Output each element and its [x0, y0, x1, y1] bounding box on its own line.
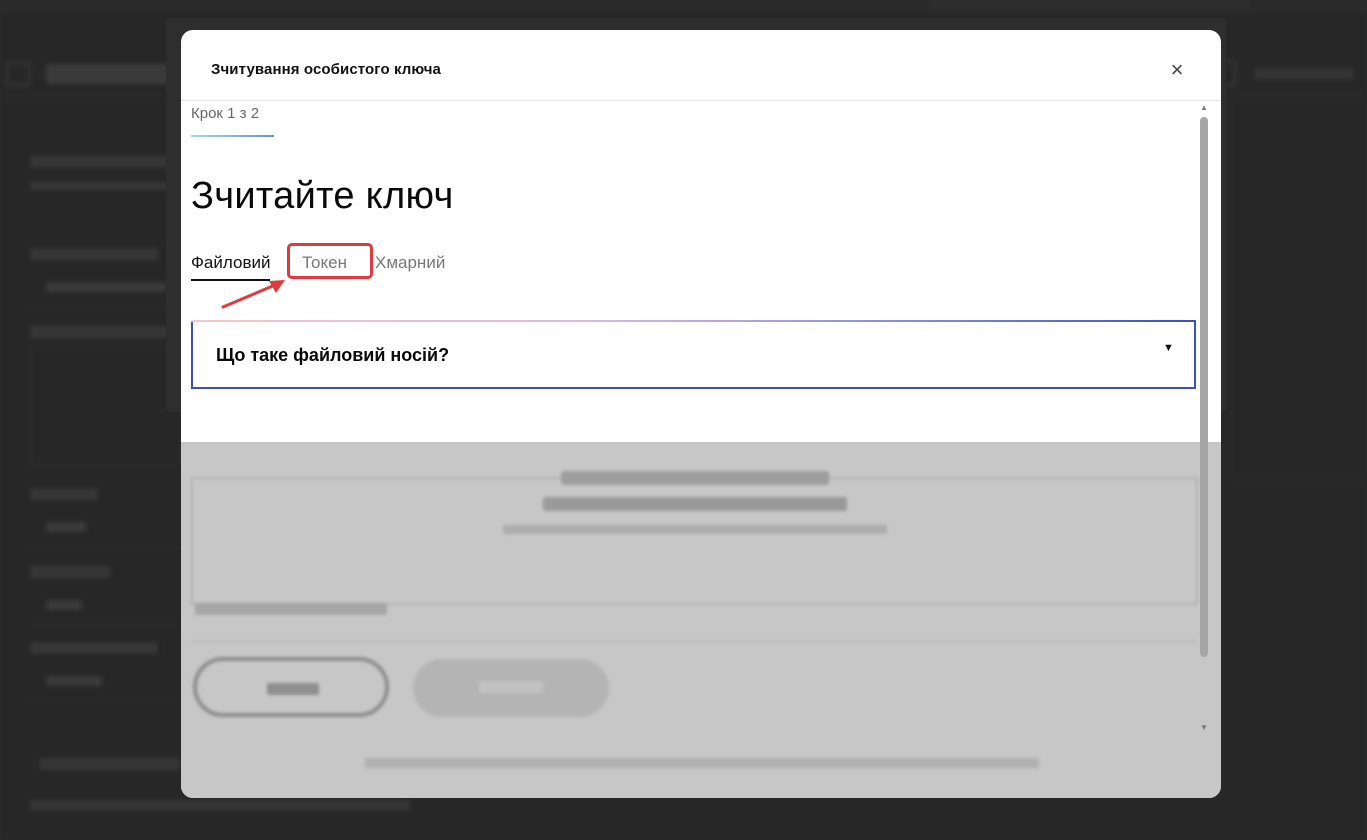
- bg-label: [30, 642, 158, 654]
- bg-right-panel: [1230, 100, 1367, 480]
- scrollbar-thumb[interactable]: [1200, 117, 1208, 657]
- bg-header-placeholder: [1254, 68, 1354, 80]
- bg-field: [30, 586, 180, 626]
- bg-label: [30, 156, 180, 168]
- page-title: Зчитайте ключ: [191, 175, 454, 217]
- drop-zone-text: [543, 497, 847, 511]
- step-indicator: Крок 1 з 2: [191, 105, 260, 122]
- close-icon[interactable]: ×: [1165, 58, 1189, 82]
- read-key-modal: Зчитування особистого ключа × Крок 1 з 2…: [181, 30, 1221, 798]
- password-label: [195, 603, 387, 615]
- step-progress-bar: [191, 135, 274, 137]
- modal-header: Зчитування особистого ключа ×: [181, 30, 1221, 101]
- read-button: [413, 659, 609, 717]
- bg-label: [30, 326, 180, 338]
- drop-zone-text: [561, 471, 829, 485]
- bg-field: [30, 662, 180, 702]
- bg-label: [30, 488, 98, 500]
- tab-cloud[interactable]: Хмарний: [375, 253, 445, 273]
- bg-field: [30, 268, 180, 308]
- scroll-up-icon[interactable]: ▲: [1197, 101, 1211, 115]
- bg-title-placeholder: [46, 64, 176, 84]
- drop-zone-hint: [503, 525, 887, 534]
- footer-note: [365, 758, 1039, 768]
- bg-label: [30, 182, 180, 190]
- bg-field: [30, 508, 180, 548]
- modal-body: Крок 1 з 2 Зчитайте ключ Файловий Токен …: [181, 101, 1221, 798]
- scroll-down-icon[interactable]: ▼: [1197, 721, 1211, 735]
- faq-question: Що таке файловий носій?: [216, 345, 450, 365]
- bg-label: [30, 800, 410, 810]
- bg-label: [40, 758, 180, 770]
- password-field: [191, 641, 1196, 642]
- back-button: [193, 657, 389, 717]
- modal-title: Зчитування особистого ключа: [211, 61, 441, 78]
- chevron-down-icon: ▼: [1163, 342, 1174, 354]
- bg-topbar-placeholder: [930, 0, 1250, 8]
- arrow-annotation-icon: [221, 280, 285, 309]
- bg-label: [30, 248, 158, 260]
- bg-label: [30, 566, 110, 578]
- bg-back-icon: [6, 62, 30, 86]
- bg-textarea: [30, 346, 180, 466]
- faq-accordion[interactable]: Що таке файловий носій? ▼: [191, 320, 1196, 389]
- token-highlight-annotation: [287, 243, 373, 279]
